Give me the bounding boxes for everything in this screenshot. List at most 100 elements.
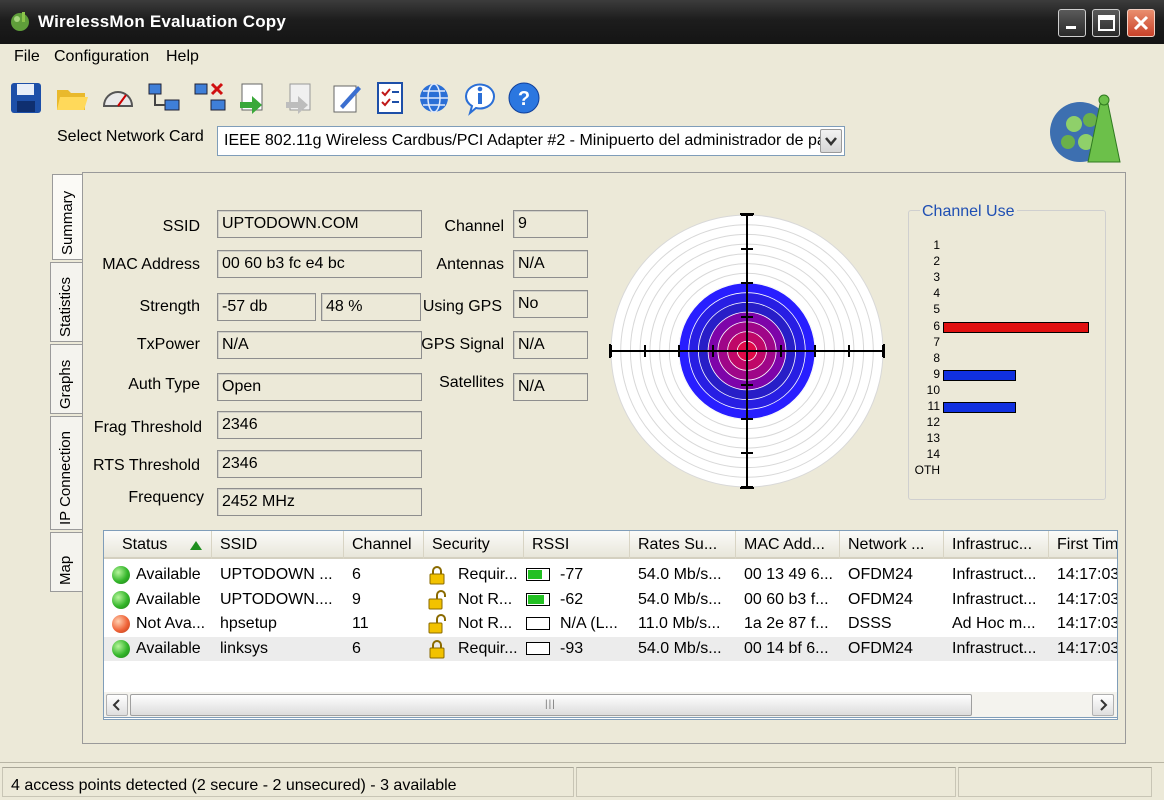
svg-text:?: ? (518, 88, 530, 110)
mac-address-label: MAC Address (102, 256, 200, 273)
status-unavailable-icon (112, 615, 130, 633)
channel-number: 2 (933, 254, 940, 269)
rates-cell: 54.0 Mb/s... (638, 590, 722, 608)
channel-use-bar (943, 321, 1089, 333)
network-card-select[interactable]: IEEE 802.11g Wireless Cardbus/PCI Adapte… (217, 126, 845, 156)
help-icon[interactable]: ? (506, 80, 542, 116)
checklist-icon[interactable] (372, 80, 408, 116)
signal-strength-radar (609, 213, 885, 489)
tab-graphs[interactable]: Graphs (50, 344, 83, 414)
minimize-button[interactable] (1058, 9, 1086, 37)
column-header-label: Status (122, 536, 168, 553)
scroll-right-button[interactable] (1092, 694, 1114, 716)
scroll-left-button[interactable] (106, 694, 128, 716)
menu-file[interactable]: File (14, 48, 40, 66)
security-cell: Requir... (458, 566, 518, 583)
window-title: WirelessMon Evaluation Copy (38, 12, 287, 31)
chevron-right-icon (1100, 699, 1108, 711)
edit-document-icon[interactable] (328, 80, 364, 116)
save-icon[interactable] (8, 80, 44, 116)
close-button[interactable] (1127, 9, 1155, 37)
column-header[interactable]: Channel (344, 531, 424, 559)
chevron-left-icon (112, 699, 120, 711)
log-icon[interactable] (236, 80, 272, 116)
network-card-value: IEEE 802.11g Wireless Cardbus/PCI Adapte… (224, 132, 820, 149)
close-icon (1133, 15, 1149, 31)
status-text: 4 access points detected (2 secure - 2 u… (11, 777, 457, 794)
connect-network-icon[interactable] (146, 80, 182, 116)
column-header[interactable]: RSSI (524, 531, 630, 559)
antennas-value: N/A (513, 250, 588, 278)
channel-cell: 6 (352, 639, 361, 657)
table-row[interactable]: Not Ava... hpsetup 11 11.0 Mb/s... 1a 2e 87 … (104, 612, 1117, 636)
frag-threshold-value: 2346 (217, 411, 422, 439)
channel-number: 9 (933, 366, 940, 381)
column-header[interactable]: SSID (212, 531, 344, 559)
satellites-value: N/A (513, 373, 588, 401)
menu-configuration[interactable]: Configuration (54, 48, 149, 66)
column-header[interactable]: Infrastruc... (944, 531, 1049, 559)
table-row[interactable]: Available linksys 6 54.0 Mb/s... 00 14 bf 6.… (104, 636, 1118, 661)
column-header-label: SSID (220, 536, 258, 553)
maximize-button[interactable] (1092, 9, 1120, 37)
table-row[interactable]: Available UPTODOWN.... 9 54.0 Mb/s... 00 60 … (104, 588, 1118, 612)
title-bar[interactable]: WirelessMon Evaluation Copy (0, 0, 1164, 44)
satellites-label: Satellites (439, 374, 504, 391)
rssi-cell: -77 (560, 566, 584, 583)
tab-summary[interactable]: Summary (52, 174, 85, 260)
tab-map[interactable]: Map (50, 532, 83, 592)
mac-cell: 1a 2e 87 f... (744, 615, 829, 632)
txpower-value: N/A (217, 331, 422, 359)
column-header-label: Security (432, 536, 490, 553)
signal-meter-icon (526, 617, 550, 630)
signal-meter-icon (526, 641, 550, 655)
ssid-cell: hpsetup (220, 615, 277, 632)
mac-cell: 00 13 49 6... (744, 566, 833, 583)
status-section-2 (576, 767, 956, 797)
column-header[interactable]: Security (424, 531, 524, 559)
signal-meter-icon (526, 568, 550, 581)
folder-open-icon[interactable] (54, 80, 90, 116)
scroll-thumb[interactable]: ||| (130, 694, 972, 716)
channel-number: 14 (926, 447, 940, 462)
tab-ip-connection[interactable]: IP Connection (50, 416, 83, 530)
first-cell: 14:17:03 (1057, 590, 1118, 608)
channel-number: 5 (933, 302, 940, 317)
log-disabled-icon[interactable] (282, 80, 318, 116)
column-header[interactable]: Status (104, 531, 212, 559)
dropdown-button[interactable] (820, 129, 842, 153)
column-header[interactable]: MAC Add... (736, 531, 840, 559)
channel-cell: 9 (352, 590, 361, 608)
frag-threshold-label: Frag Threshold (93, 419, 202, 436)
status-available-icon (112, 566, 130, 584)
mac-cell: 00 60 b3 f... (744, 590, 829, 608)
column-header[interactable]: First Tim (1049, 531, 1117, 559)
channel-use-bar (943, 369, 1016, 381)
lock-open-icon (428, 589, 446, 609)
channel-number: 1 (933, 238, 940, 252)
horizontal-scrollbar[interactable]: ||| (103, 692, 1118, 718)
column-header[interactable]: Rates Su... (630, 531, 736, 559)
channel-value: 9 (513, 210, 588, 238)
menu-bar: File Configuration Help (0, 44, 1164, 70)
strength-db-value: -57 db (217, 293, 316, 321)
tab-statistics[interactable]: Statistics (50, 262, 83, 342)
first-cell: 14:17:03 (1057, 566, 1118, 583)
channel-number: 7 (933, 334, 940, 349)
infra-cell: Infrastruct... (952, 639, 1037, 657)
first-cell: 14:17:03 (1057, 639, 1118, 657)
rts-threshold-value: 2346 (217, 450, 422, 478)
ssid-label: SSID (162, 218, 200, 235)
globe-icon[interactable] (416, 80, 452, 116)
disconnect-network-icon[interactable] (192, 80, 228, 116)
column-header-label: Channel (352, 536, 412, 553)
info-icon[interactable] (462, 80, 498, 116)
column-header-label: Rates Su... (638, 536, 718, 553)
using-gps-label: Using GPS (422, 298, 502, 315)
table-row[interactable]: Available UPTODOWN ... 6 54.0 Mb/s... 00 13 … (104, 563, 1118, 587)
gauge-icon[interactable] (100, 80, 136, 116)
column-header[interactable]: Network ... (840, 531, 944, 559)
rates-cell: 54.0 Mb/s... (638, 566, 722, 583)
column-header-label: Infrastruc... (952, 536, 1033, 553)
menu-help[interactable]: Help (166, 48, 199, 66)
